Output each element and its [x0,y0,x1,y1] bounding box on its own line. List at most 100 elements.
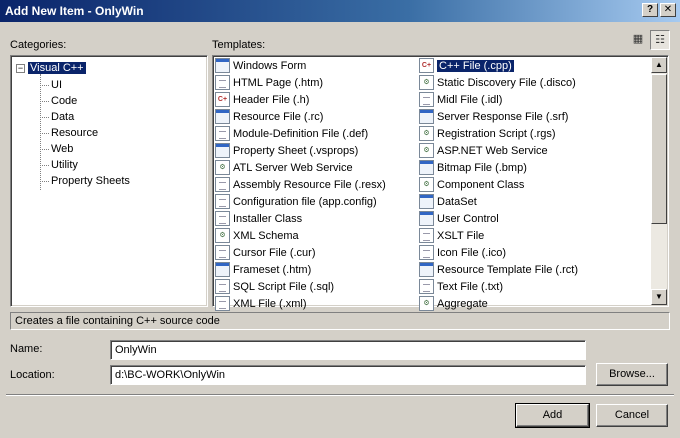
form-file-icon [215,58,230,73]
template-item-c-file-cpp[interactable]: C+ C++ File (.cpp) [419,57,515,74]
location-input[interactable] [110,365,586,385]
template-item-resource-template-file-rct[interactable]: Resource Template File (.rct) [419,261,578,278]
template-item-icon-file-ico[interactable]: Icon File (.ico) [419,244,506,261]
template-label: XSLT File [437,229,485,242]
template-item-module-definition-file-def[interactable]: Module-Definition File (.def) [215,125,368,142]
help-button[interactable]: ? [642,3,658,17]
template-item-resource-file-rc[interactable]: Resource File (.rc) [215,108,323,125]
template-label: XML File (.xml) [233,297,307,310]
browse-button[interactable]: Browse... [596,363,668,386]
large-icons-view-button[interactable]: ▦ [628,30,648,50]
template-item-static-discovery-file-disco[interactable]: ⚙ Static Discovery File (.disco) [419,74,576,91]
template-item-dataset[interactable]: DataSet [419,193,477,210]
collapse-icon[interactable]: − [16,63,25,73]
close-button[interactable]: ✕ [660,3,676,17]
template-item-midl-file-idl[interactable]: Midl File (.idl) [419,91,502,108]
template-item-html-page-htm[interactable]: HTML Page (.htm) [215,74,323,91]
cancel-button[interactable]: Cancel [596,404,668,427]
template-label: Header File (.h) [233,93,310,106]
tree-node-utility[interactable]: Utility [51,157,78,173]
categories-tree[interactable]: − Visual C++ UI Code Data Resource Web Utilit… [10,55,208,307]
template-label: Server Response File (.srf) [437,110,569,123]
arrow-up-icon: ▲ [655,60,663,69]
tree-line [40,117,49,118]
template-label: Static Discovery File (.disco) [437,76,576,89]
tree-node-visual-cpp[interactable]: − Visual C++ [16,60,86,76]
form-file-icon [215,109,230,124]
template-label: XML Schema [233,229,299,242]
categories-label: Categories: [10,39,67,51]
template-item-aggregate[interactable]: ⚙ Aggregate [419,295,488,312]
template-item-frameset-htm[interactable]: Frameset (.htm) [215,261,311,278]
tree-node-code[interactable]: Code [51,93,77,109]
tree-line [40,149,49,150]
doc-file-icon [419,92,434,107]
tree-line [40,101,49,102]
template-label: Configuration file (app.config) [233,195,377,208]
tree-node-web[interactable]: Web [51,141,73,157]
template-label: Assembly Resource File (.resx) [233,178,386,191]
templates-list[interactable]: Windows Form HTML Page (.htm) C+ Header Fil… [212,55,669,311]
template-item-installer-class[interactable]: Installer Class [215,210,302,227]
template-item-property-sheet-vsprops[interactable]: Property Sheet (.vsprops) [215,142,358,159]
help-icon: ? [646,4,654,15]
doc-file-icon [419,228,434,243]
form-file-icon [419,160,434,175]
scroll-down-button[interactable]: ▼ [651,289,667,305]
template-item-user-control[interactable]: User Control [419,210,499,227]
doc-file-icon [215,126,230,141]
gear-file-icon: ⚙ [419,126,434,141]
location-label: Location: [10,369,55,381]
name-input[interactable] [110,340,586,360]
template-label: C++ File (.cpp) [436,58,515,73]
template-item-xml-file-xml[interactable]: XML File (.xml) [215,295,307,312]
template-item-atl-server-web-service[interactable]: ⚙ ATL Server Web Service [215,159,353,176]
form-file-icon [215,143,230,158]
template-item-server-response-file-srf[interactable]: Server Response File (.srf) [419,108,568,125]
template-item-text-file-txt[interactable]: Text File (.txt) [419,278,503,295]
doc-file-icon [215,177,230,192]
tree-line [40,181,49,182]
gear-file-icon: ⚙ [215,228,230,243]
templates-scrollbar[interactable]: ▲ ▼ [651,57,667,305]
list-view-icon: ☷ [655,34,665,46]
template-label: Component Class [437,178,525,191]
name-label: Name: [10,343,43,355]
doc-file-icon [215,279,230,294]
template-item-header-file-h[interactable]: C+ Header File (.h) [215,91,309,108]
form-file-icon [419,194,434,209]
gear-file-icon: ⚙ [419,143,434,158]
large-icons-icon: ▦ [632,33,644,45]
template-item-configuration-file-app-config[interactable]: Configuration file (app.config) [215,193,377,210]
template-item-assembly-resource-file-resx[interactable]: Assembly Resource File (.resx) [215,176,386,193]
template-item-registration-script-rgs[interactable]: ⚙ Registration Script (.rgs) [419,125,556,142]
tree-node-property-sheets[interactable]: Property Sheets [51,173,130,189]
template-item-cursor-file-cur[interactable]: Cursor File (.cur) [215,244,316,261]
scroll-thumb[interactable] [651,74,667,224]
template-label: Module-Definition File (.def) [233,127,369,140]
tree-node-ui[interactable]: UI [51,77,62,93]
template-item-component-class[interactable]: ⚙ Component Class [419,176,524,193]
template-label: SQL Script File (.sql) [233,280,335,293]
template-item-sql-script-file-sql[interactable]: SQL Script File (.sql) [215,278,334,295]
template-item-bitmap-file-bmp[interactable]: Bitmap File (.bmp) [419,159,527,176]
tree-node-resource[interactable]: Resource [51,125,98,141]
gear-file-icon: ⚙ [215,160,230,175]
template-item-asp-net-web-service[interactable]: ⚙ ASP.NET Web Service [419,142,548,159]
code-file-icon: C+ [215,92,230,107]
tree-node-label[interactable]: Visual C++ [28,62,86,74]
template-label: Aggregate [437,297,488,310]
template-label: Icon File (.ico) [437,246,507,259]
template-label: ATL Server Web Service [233,161,353,174]
template-item-windows-form[interactable]: Windows Form [215,57,306,74]
template-label: Property Sheet (.vsprops) [233,144,359,157]
template-description: Creates a file containing C++ source cod… [10,312,670,330]
add-button[interactable]: Add [515,403,590,428]
small-icons-view-button[interactable]: ☷ [650,30,670,50]
close-icon: ✕ [663,4,673,15]
template-item-xslt-file[interactable]: XSLT File [419,227,484,244]
template-label: ASP.NET Web Service [437,144,548,157]
scroll-up-button[interactable]: ▲ [651,57,667,73]
tree-node-data[interactable]: Data [51,109,74,125]
template-item-xml-schema[interactable]: ⚙ XML Schema [215,227,299,244]
